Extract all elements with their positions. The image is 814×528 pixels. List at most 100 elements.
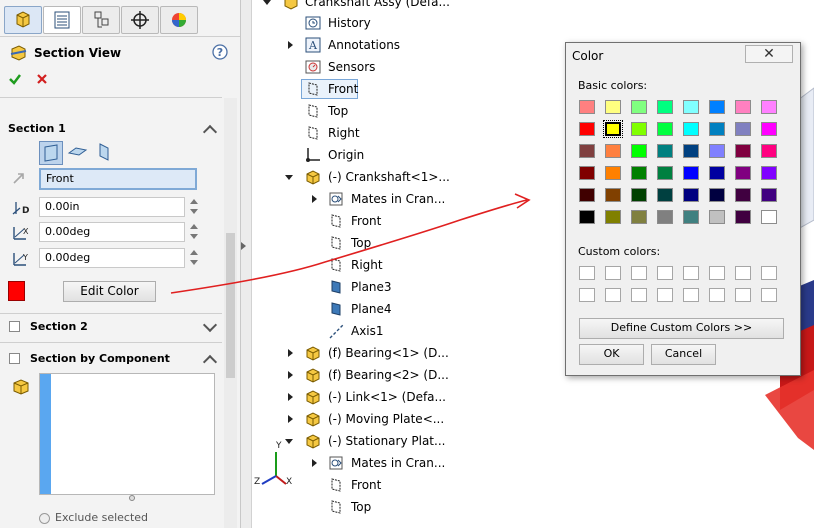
- reference-plane-field[interactable]: Front: [39, 168, 197, 190]
- tab-dimxpert-manager[interactable]: [121, 6, 159, 34]
- basic-color-swatch[interactable]: [631, 166, 647, 180]
- basic-color-swatch[interactable]: [761, 100, 777, 114]
- basic-color-swatch[interactable]: [631, 210, 647, 224]
- component-selection-list[interactable]: [39, 373, 215, 495]
- define-custom-colors-button[interactable]: Define Custom Colors >>: [579, 318, 784, 339]
- expand-toggle-icon[interactable]: [288, 393, 293, 401]
- right-plane-button[interactable]: [93, 141, 117, 165]
- section2-checkbox[interactable]: [9, 321, 20, 332]
- basic-color-swatch[interactable]: [761, 188, 777, 202]
- cancel-x-icon[interactable]: [36, 73, 48, 85]
- custom-color-swatch[interactable]: [735, 266, 751, 280]
- custom-color-swatch[interactable]: [735, 288, 751, 302]
- basic-color-swatch[interactable]: [657, 210, 673, 224]
- custom-color-swatch[interactable]: [657, 288, 673, 302]
- basic-color-swatch[interactable]: [683, 122, 699, 136]
- basic-color-swatch[interactable]: [709, 100, 725, 114]
- basic-color-swatch[interactable]: [605, 188, 621, 202]
- cancel-button[interactable]: Cancel: [651, 344, 716, 365]
- basic-color-swatch[interactable]: [683, 166, 699, 180]
- section-by-component-checkbox[interactable]: [9, 353, 20, 364]
- ok-check-icon[interactable]: [8, 72, 22, 86]
- expand-toggle-icon[interactable]: [312, 459, 317, 467]
- basic-color-swatch[interactable]: [761, 144, 777, 158]
- tab-configuration-manager[interactable]: [82, 6, 120, 34]
- basic-color-swatch[interactable]: [683, 100, 699, 114]
- expand-toggle-icon[interactable]: [288, 41, 293, 49]
- basic-color-swatch[interactable]: [735, 144, 751, 158]
- custom-color-swatch[interactable]: [683, 288, 699, 302]
- basic-color-swatch[interactable]: [603, 120, 623, 138]
- basic-color-swatch[interactable]: [709, 166, 725, 180]
- help-icon[interactable]: ?: [212, 44, 228, 60]
- basic-color-swatch[interactable]: [579, 210, 595, 224]
- offset-distance-field[interactable]: 0.00in: [39, 197, 185, 217]
- basic-color-swatch[interactable]: [579, 144, 595, 158]
- custom-color-swatch[interactable]: [631, 266, 647, 280]
- close-button[interactable]: ✕: [745, 45, 793, 63]
- basic-color-swatch[interactable]: [631, 100, 647, 114]
- basic-color-swatch[interactable]: [735, 100, 751, 114]
- custom-color-swatch[interactable]: [605, 288, 621, 302]
- basic-color-swatch[interactable]: [761, 210, 777, 224]
- custom-color-swatch[interactable]: [579, 288, 595, 302]
- pm-scrollbar[interactable]: [224, 98, 237, 528]
- section-color-swatch[interactable]: [8, 281, 25, 301]
- tab-property-manager[interactable]: [43, 6, 81, 34]
- collapse-caret-icon[interactable]: [202, 354, 218, 370]
- basic-color-swatch[interactable]: [709, 122, 725, 136]
- basic-color-swatch[interactable]: [735, 122, 751, 136]
- expand-caret-icon[interactable]: [202, 317, 218, 333]
- tree-item-front-plane[interactable]: Front: [301, 79, 358, 99]
- rotation-y-field[interactable]: 0.00deg: [39, 248, 185, 268]
- custom-color-swatch[interactable]: [709, 288, 725, 302]
- collapse-toggle-icon[interactable]: [285, 175, 293, 180]
- basic-color-swatch[interactable]: [579, 100, 595, 114]
- basic-color-swatch[interactable]: [761, 122, 777, 136]
- custom-color-swatch[interactable]: [761, 288, 777, 302]
- basic-color-swatch[interactable]: [657, 100, 673, 114]
- basic-color-swatch[interactable]: [631, 144, 647, 158]
- basic-color-swatch[interactable]: [605, 100, 621, 114]
- basic-color-swatch[interactable]: [605, 210, 621, 224]
- basic-color-swatch[interactable]: [709, 144, 725, 158]
- basic-color-swatch[interactable]: [683, 210, 699, 224]
- basic-color-swatch[interactable]: [657, 166, 673, 180]
- custom-color-swatch[interactable]: [761, 266, 777, 280]
- collapse-caret-icon[interactable]: [202, 124, 218, 140]
- basic-color-swatch[interactable]: [735, 188, 751, 202]
- tab-display-manager[interactable]: [160, 6, 198, 34]
- custom-color-swatch[interactable]: [605, 266, 621, 280]
- basic-color-swatch[interactable]: [631, 122, 647, 136]
- basic-color-swatch[interactable]: [631, 188, 647, 202]
- ok-button[interactable]: OK: [579, 344, 644, 365]
- basic-color-swatch[interactable]: [605, 144, 621, 158]
- basic-color-swatch[interactable]: [657, 188, 673, 202]
- basic-color-swatch[interactable]: [683, 144, 699, 158]
- basic-color-swatch[interactable]: [605, 166, 621, 180]
- basic-color-swatch[interactable]: [735, 166, 751, 180]
- basic-color-swatch[interactable]: [709, 188, 725, 202]
- basic-color-swatch[interactable]: [709, 210, 725, 224]
- expand-toggle-icon[interactable]: [288, 415, 293, 423]
- top-plane-button[interactable]: [66, 141, 90, 165]
- basic-color-swatch[interactable]: [579, 166, 595, 180]
- tab-feature-manager[interactable]: [4, 6, 42, 34]
- expand-toggle-icon[interactable]: [263, 0, 271, 5]
- exclude-selected-radio[interactable]: [39, 513, 50, 524]
- rotation-x-field[interactable]: 0.00deg: [39, 222, 185, 242]
- basic-color-swatch[interactable]: [761, 166, 777, 180]
- edit-color-button[interactable]: Edit Color: [63, 281, 156, 302]
- basic-color-swatch[interactable]: [657, 144, 673, 158]
- custom-color-swatch[interactable]: [631, 288, 647, 302]
- custom-color-swatch[interactable]: [657, 266, 673, 280]
- basic-color-swatch[interactable]: [657, 122, 673, 136]
- basic-color-swatch[interactable]: [579, 188, 595, 202]
- basic-color-swatch[interactable]: [735, 210, 751, 224]
- basic-color-swatch[interactable]: [579, 122, 595, 136]
- list-resize-handle[interactable]: [129, 495, 135, 501]
- custom-color-swatch[interactable]: [683, 266, 699, 280]
- expand-toggle-icon[interactable]: [288, 371, 293, 379]
- basic-color-swatch[interactable]: [683, 188, 699, 202]
- custom-color-swatch[interactable]: [709, 266, 725, 280]
